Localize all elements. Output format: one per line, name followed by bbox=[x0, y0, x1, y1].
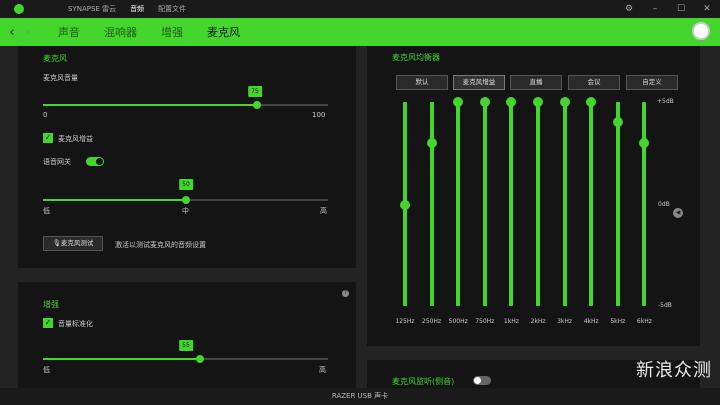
eq-band-track[interactable] bbox=[482, 102, 487, 306]
eq-panel: 麦克风均衡器 默认 麦克风增益 直播 会议 自定义 +5dB 0dB -5dB … bbox=[367, 46, 700, 346]
eq-band-label: 2kHz bbox=[530, 318, 546, 325]
enhance-fill bbox=[43, 358, 200, 360]
mic-volume-thumb[interactable] bbox=[253, 101, 261, 109]
preset-default-button[interactable]: 默认 bbox=[396, 75, 448, 90]
eq-band-thumb[interactable] bbox=[479, 97, 490, 107]
status-bar: RAZER USB 声卡 bbox=[0, 388, 720, 405]
enhance-slider[interactable] bbox=[43, 355, 328, 363]
eq-band-thumb[interactable] bbox=[506, 97, 517, 107]
voice-gate-label: 语音网关 bbox=[43, 158, 71, 166]
eq-band-track[interactable] bbox=[456, 102, 461, 306]
eq-band-thumb[interactable] bbox=[426, 137, 437, 148]
back-arrow-icon[interactable]: ‹ bbox=[4, 25, 20, 40]
eq-band-track[interactable] bbox=[536, 102, 540, 306]
mic-panel: 麦克风 麦克风音量 75 0 100 ✓ 麦克风增益 语音网关 50 低 中 高… bbox=[18, 46, 356, 268]
minimize-icon[interactable]: – bbox=[642, 4, 668, 14]
watermark-text: 新浪众测 bbox=[636, 360, 712, 381]
mic-volume-value: 75 bbox=[248, 86, 262, 97]
mic-volume-fill bbox=[43, 104, 257, 106]
eq-band-label: 750Hz bbox=[475, 318, 495, 325]
sidetone-label: 麦克风监听(侧音) bbox=[392, 377, 455, 386]
mic-boost-label: 麦克风增益 bbox=[58, 135, 93, 143]
normalize-label: 音量标准化 bbox=[58, 320, 93, 328]
mic-volume-label: 麦克风音量 bbox=[43, 74, 78, 82]
enhance-thumb[interactable] bbox=[196, 355, 204, 363]
eq-collapse-icon[interactable]: ◀ bbox=[673, 208, 683, 218]
eq-band-label: 4kHz bbox=[583, 318, 599, 325]
tab-sound[interactable]: 声音 bbox=[58, 24, 80, 40]
gate-high-label: 高 bbox=[320, 207, 327, 215]
eq-scale-mid: 0dB bbox=[658, 201, 670, 208]
mic-test-button-label: 麦克风测试 bbox=[60, 239, 94, 247]
eq-band-thumb[interactable] bbox=[639, 137, 650, 148]
tab-microphone[interactable]: 麦克风 bbox=[207, 24, 240, 40]
eq-band-thumb[interactable] bbox=[559, 97, 570, 107]
toggle-knob bbox=[474, 377, 481, 384]
tab-mixer[interactable]: 混响器 bbox=[104, 24, 137, 40]
enhance-value: 55 bbox=[179, 340, 193, 351]
eq-band-track[interactable] bbox=[562, 102, 567, 306]
eq-band-track[interactable] bbox=[429, 102, 434, 306]
tab-enhance[interactable]: 增强 bbox=[161, 24, 183, 40]
gate-fill bbox=[43, 199, 186, 201]
eq-band-label: 3kHz bbox=[557, 318, 573, 325]
eq-band-track[interactable] bbox=[615, 102, 620, 306]
preset-custom-button[interactable]: 自定义 bbox=[626, 75, 678, 90]
help-icon[interactable]: ? bbox=[342, 290, 349, 297]
mic-panel-title: 麦克风 bbox=[43, 54, 67, 63]
eq-band-thumb[interactable] bbox=[400, 200, 410, 211]
gate-mid-label: 中 bbox=[182, 207, 189, 215]
enhance-high-label: 高 bbox=[319, 366, 326, 374]
normalize-checkbox[interactable]: ✓ bbox=[43, 318, 53, 328]
enhance-low-label: 低 bbox=[43, 366, 50, 374]
mic-volume-slider[interactable] bbox=[43, 101, 328, 109]
eq-band-track[interactable] bbox=[509, 102, 514, 306]
eq-band-label: 125Hz bbox=[395, 318, 415, 325]
eq-band-label: 1kHz bbox=[503, 318, 519, 325]
eq-band-track[interactable] bbox=[642, 102, 647, 306]
title-item-synapse[interactable]: SYNAPSE 雷云 bbox=[68, 4, 116, 14]
mic-volume-min: 0 bbox=[43, 111, 48, 119]
gate-slider[interactable] bbox=[43, 196, 328, 204]
mic-boost-checkbox[interactable]: ✓ bbox=[43, 133, 53, 143]
gear-icon[interactable]: ⚙ bbox=[616, 4, 642, 14]
eq-scale-bottom: -5dB bbox=[658, 302, 672, 309]
mic-test-button[interactable]: 🎙麦克风测试 bbox=[43, 236, 103, 251]
eq-band-thumb[interactable] bbox=[533, 97, 543, 107]
preset-meeting-button[interactable]: 会议 bbox=[568, 75, 620, 90]
enhance-panel-title: 增强 bbox=[43, 300, 59, 309]
eq-band-label: 250Hz bbox=[422, 318, 442, 325]
preset-stream-button[interactable]: 直播 bbox=[510, 75, 562, 90]
nav-bar: ‹ › 声音 混响器 增强 麦克风 bbox=[0, 18, 720, 46]
title-item-profiles[interactable]: 配置文件 bbox=[158, 4, 186, 14]
eq-band-label: 500Hz bbox=[448, 318, 468, 325]
gate-value: 50 bbox=[179, 179, 193, 190]
toggle-knob bbox=[96, 158, 103, 165]
eq-band-thumb[interactable] bbox=[612, 117, 623, 128]
eq-band-label: 6kHz bbox=[636, 318, 652, 325]
sidetone-toggle[interactable] bbox=[473, 376, 491, 385]
eq-band-thumb[interactable] bbox=[586, 97, 597, 107]
close-icon[interactable]: ✕ bbox=[694, 4, 720, 14]
razer-logo-icon bbox=[14, 4, 24, 14]
eq-band-track[interactable] bbox=[589, 102, 594, 306]
avatar[interactable] bbox=[692, 22, 710, 40]
maximize-icon[interactable]: ☐ bbox=[668, 4, 694, 14]
gate-low-label: 低 bbox=[43, 207, 50, 215]
enhance-panel: 增强 ? ✓ 音量标准化 55 低 高 bbox=[18, 282, 356, 388]
title-bar: SYNAPSE 雷云 音频 配置文件 ⚙ – ☐ ✕ bbox=[0, 0, 720, 18]
eq-band-thumb[interactable] bbox=[453, 97, 464, 107]
title-item-audio[interactable]: 音频 bbox=[130, 4, 144, 14]
mic-volume-max: 100 bbox=[312, 111, 326, 119]
preset-mic-boost-button[interactable]: 麦克风增益 bbox=[453, 75, 505, 90]
gate-thumb[interactable] bbox=[182, 196, 190, 204]
window-controls: ⚙ – ☐ ✕ bbox=[616, 0, 720, 18]
eq-band-label: 5kHz bbox=[610, 318, 626, 325]
forward-arrow-icon[interactable]: › bbox=[20, 25, 36, 40]
microphone-icon: 🎙 bbox=[52, 239, 61, 247]
voice-gate-toggle[interactable] bbox=[86, 157, 104, 166]
eq-panel-title: 麦克风均衡器 bbox=[392, 53, 440, 62]
eq-scale-top: +5dB bbox=[657, 98, 674, 105]
mic-test-hint: 激活以测试麦克风的音频设置 bbox=[115, 241, 206, 249]
